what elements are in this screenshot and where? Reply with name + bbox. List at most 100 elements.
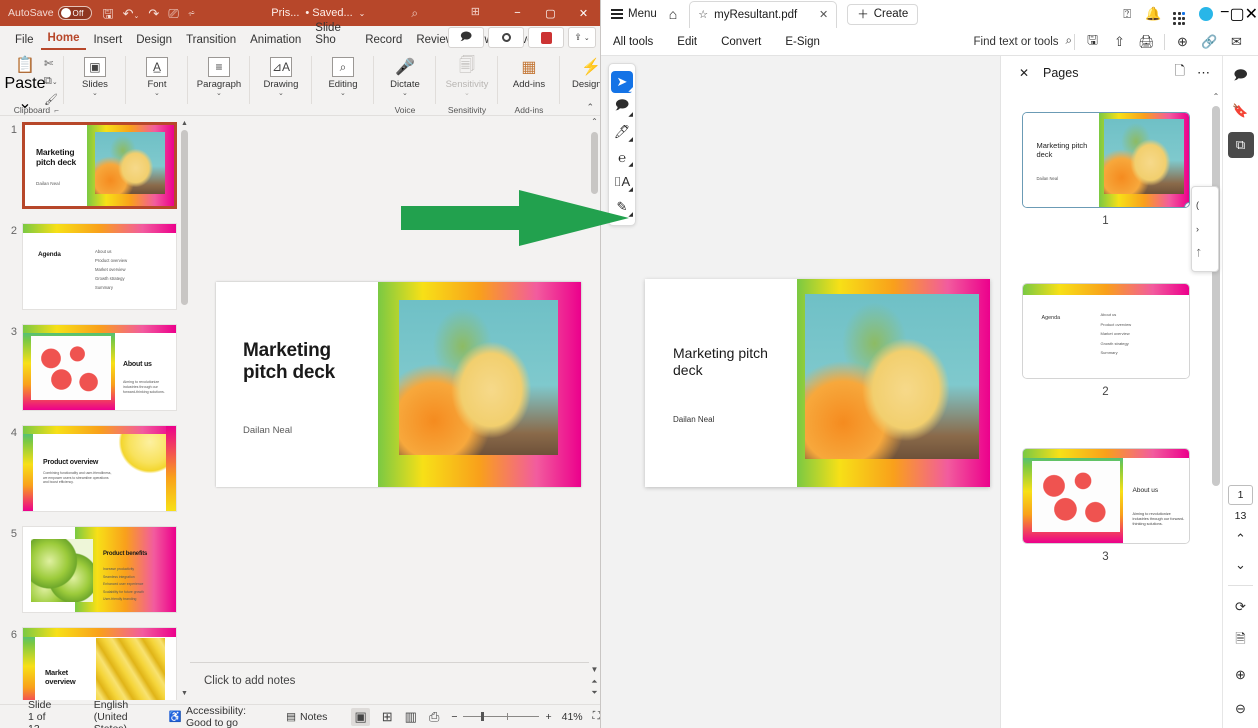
print-icon[interactable]: 🖨 xyxy=(1133,34,1160,50)
slide-title[interactable]: Marketing pitch deck xyxy=(243,340,363,384)
scroll-thumb[interactable] xyxy=(1212,106,1220,486)
zoom-out-button[interactable]: − xyxy=(451,711,457,723)
page-thumbnail[interactable]: Marketing pitch deck Dailan Neal xyxy=(1021,112,1190,208)
tab-insert[interactable]: Insert xyxy=(86,31,129,50)
addins-button[interactable]: ▦ Add-ins xyxy=(504,52,554,90)
language-indicator[interactable]: English (United States) xyxy=(84,699,155,728)
home-icon[interactable]: ⌂ xyxy=(669,6,677,22)
context-menu-item[interactable]: ( xyxy=(1196,193,1218,217)
thumbnail-scrollbar[interactable]: ▲ ▼ xyxy=(179,116,190,700)
accessibility-status[interactable]: ♿ Accessibility: Good to go xyxy=(159,705,256,728)
qat-more-icon[interactable]: ⩫ xyxy=(188,8,196,18)
page-thumb-3[interactable]: About us Aiming to revolutionize industr… xyxy=(1001,448,1210,563)
document-tab[interactable]: ☆ myResultant.pdf ✕ xyxy=(689,0,838,28)
drawing-button[interactable]: ⊿A Drawing ⌄ xyxy=(256,52,306,97)
all-tools-button[interactable]: All tools xyxy=(601,36,665,48)
dictate-button[interactable]: 🎤 Dictate ⌄ xyxy=(380,52,430,97)
previous-slide-icon[interactable]: ⏶ xyxy=(589,677,600,687)
slides-caret-icon[interactable]: ⌄ xyxy=(92,90,98,97)
font-button[interactable]: A̲ Font ⌄ xyxy=(132,52,182,97)
drawing-caret-icon[interactable]: ⌄ xyxy=(278,90,284,97)
autosave-switch[interactable]: Off xyxy=(57,6,92,20)
page-edit-icon[interactable]: 🗎 xyxy=(1228,628,1254,654)
record-icon[interactable] xyxy=(488,27,524,48)
pdf-title[interactable]: Marketing pitch deck xyxy=(673,345,783,379)
slide-thumbnail[interactable]: Marketing pitch deck Dailan Neal xyxy=(22,122,177,209)
slide-thumb-5[interactable]: 5 Product benefits Increase productivity… xyxy=(0,512,190,613)
close-button[interactable]: ✕ xyxy=(567,0,600,26)
zoom-slider[interactable] xyxy=(463,712,540,721)
mail-icon[interactable]: ✉ xyxy=(1223,34,1250,50)
pages-panel-pages-icon[interactable]: ⧉ xyxy=(1227,132,1254,158)
editing-button[interactable]: ⌕ Editing ⌄ xyxy=(318,52,368,97)
undo-icon[interactable]: ↶⌄ xyxy=(123,7,140,20)
slides-button[interactable]: ▣ Slides ⌄ xyxy=(70,52,120,97)
paragraph-caret-icon[interactable]: ⌄ xyxy=(216,90,222,97)
app-grid-icon[interactable] xyxy=(1166,3,1192,25)
esign-button[interactable]: E-Sign xyxy=(773,36,832,48)
zoom-slider-knob[interactable] xyxy=(481,712,485,721)
page-thumbnail[interactable]: Agenda About us Product overview Market … xyxy=(1021,283,1190,379)
slide-thumbnail[interactable]: Agenda About us Product overview Market … xyxy=(22,223,177,310)
chevron-up-icon[interactable]: ⌃ xyxy=(586,102,594,113)
slide-thumb-6[interactable]: 6 Market overview xyxy=(0,613,190,700)
slide-thumb-3[interactable]: 3 About us Aiming to revolutionize indus… xyxy=(0,310,190,411)
create-button[interactable]: ＋ Create xyxy=(847,3,919,25)
chevron-down-icon[interactable]: ⌄ xyxy=(359,9,366,18)
page-thumbnail-list[interactable]: Marketing pitch deck Dailan Neal 1 Agend… xyxy=(1001,90,1210,728)
page-number-field[interactable]: 1 xyxy=(1228,485,1253,505)
notes-pane[interactable]: Click to add notes xyxy=(190,663,589,700)
convert-button[interactable]: Convert xyxy=(709,36,773,48)
slide-thumbnail[interactable]: Product benefits Increase productivity S… xyxy=(22,526,177,613)
more-options-icon[interactable]: ⋯ xyxy=(1197,65,1210,81)
slide-sorter-icon[interactable]: ⊞ xyxy=(382,709,393,725)
find-box[interactable]: Find text or tools ⌕ xyxy=(974,35,1072,48)
minimize-button[interactable]: − xyxy=(1220,4,1229,24)
save-icon[interactable]: 🖫 xyxy=(103,7,114,20)
rotate-icon[interactable]: ⟳ xyxy=(1228,594,1254,620)
document-title[interactable]: Pris... • Saved... ⌄ xyxy=(271,7,365,19)
draw-tool-freehand-icon[interactable]: ℮ ◢ xyxy=(611,146,633,169)
slide-thumbnail[interactable]: Market overview xyxy=(22,627,177,700)
reading-view-icon[interactable]: ▥ xyxy=(405,709,417,725)
fit-slide-icon[interactable]: ⛶ xyxy=(593,710,600,723)
slide-thumbnail-pane[interactable]: 1 Marketing pitch deck Dailan Neal 2 Age… xyxy=(0,116,190,700)
maximize-button[interactable]: ▢ xyxy=(1229,4,1244,24)
context-menu-item[interactable]: › xyxy=(1196,217,1218,241)
star-icon[interactable]: ☆ xyxy=(698,8,708,21)
bell-icon[interactable]: 🔔 xyxy=(1140,6,1166,22)
highlight-tool-highlighter-icon[interactable]: 🖊 ◢ xyxy=(611,121,633,143)
autosave-toggle[interactable]: AutoSave Off xyxy=(8,6,92,20)
tab-home[interactable]: Home xyxy=(40,29,87,50)
tab-transitions[interactable]: Transition xyxy=(179,31,243,50)
page-thumb-1[interactable]: Marketing pitch deck Dailan Neal 1 xyxy=(1001,112,1210,227)
edit-button[interactable]: Edit xyxy=(665,36,709,48)
redo-icon[interactable]: ↷ xyxy=(148,7,159,20)
save-icon[interactable]: 🖫 xyxy=(1079,31,1106,53)
close-icon[interactable]: ✕ xyxy=(1019,66,1029,80)
ribbon-display-options-icon[interactable]: ⊞ xyxy=(471,5,480,18)
link-icon[interactable]: 🔗 xyxy=(1196,34,1223,50)
next-slide-icon[interactable]: ⏷ xyxy=(589,688,600,698)
slideshow-icon[interactable]: ⎙ xyxy=(429,709,439,725)
present-icon[interactable]: ⎚ xyxy=(168,7,178,20)
help-circle-icon[interactable]: ⍰ xyxy=(1114,6,1140,22)
zoom-in-icon[interactable]: ⊕ xyxy=(1228,662,1254,688)
normal-view-icon[interactable]: ▣ xyxy=(351,707,370,726)
comment-tool-sticky-note-icon[interactable]: 🗩 ◢ xyxy=(611,96,633,118)
zoom-level[interactable]: 41% xyxy=(562,711,583,723)
select-tool-cursor-icon[interactable]: ➤ ◢ xyxy=(611,71,633,93)
paragraph-button[interactable]: ≡ Paragraph ⌄ xyxy=(194,52,244,97)
scroll-up-icon[interactable]: ▲ xyxy=(179,116,190,130)
minimize-button[interactable]: − xyxy=(501,0,534,26)
sensitivity-button[interactable]: 🗐 Sensitivity ⌄ xyxy=(442,52,492,98)
tab-animations[interactable]: Animation xyxy=(243,31,308,50)
scroll-down-icon[interactable]: ▼ xyxy=(179,686,190,700)
search-icon[interactable]: ⌕ xyxy=(411,6,418,21)
maximize-button[interactable]: ▢ xyxy=(534,0,567,26)
scroll-thumb[interactable] xyxy=(181,130,188,305)
tab-record[interactable]: Record xyxy=(358,31,409,50)
page-thumbnail[interactable]: About us Aiming to revolutionize industr… xyxy=(1021,448,1190,544)
add-stamp-icon[interactable]: ⊕ xyxy=(1169,34,1196,50)
scroll-up-icon[interactable]: ⌃ xyxy=(589,116,600,126)
